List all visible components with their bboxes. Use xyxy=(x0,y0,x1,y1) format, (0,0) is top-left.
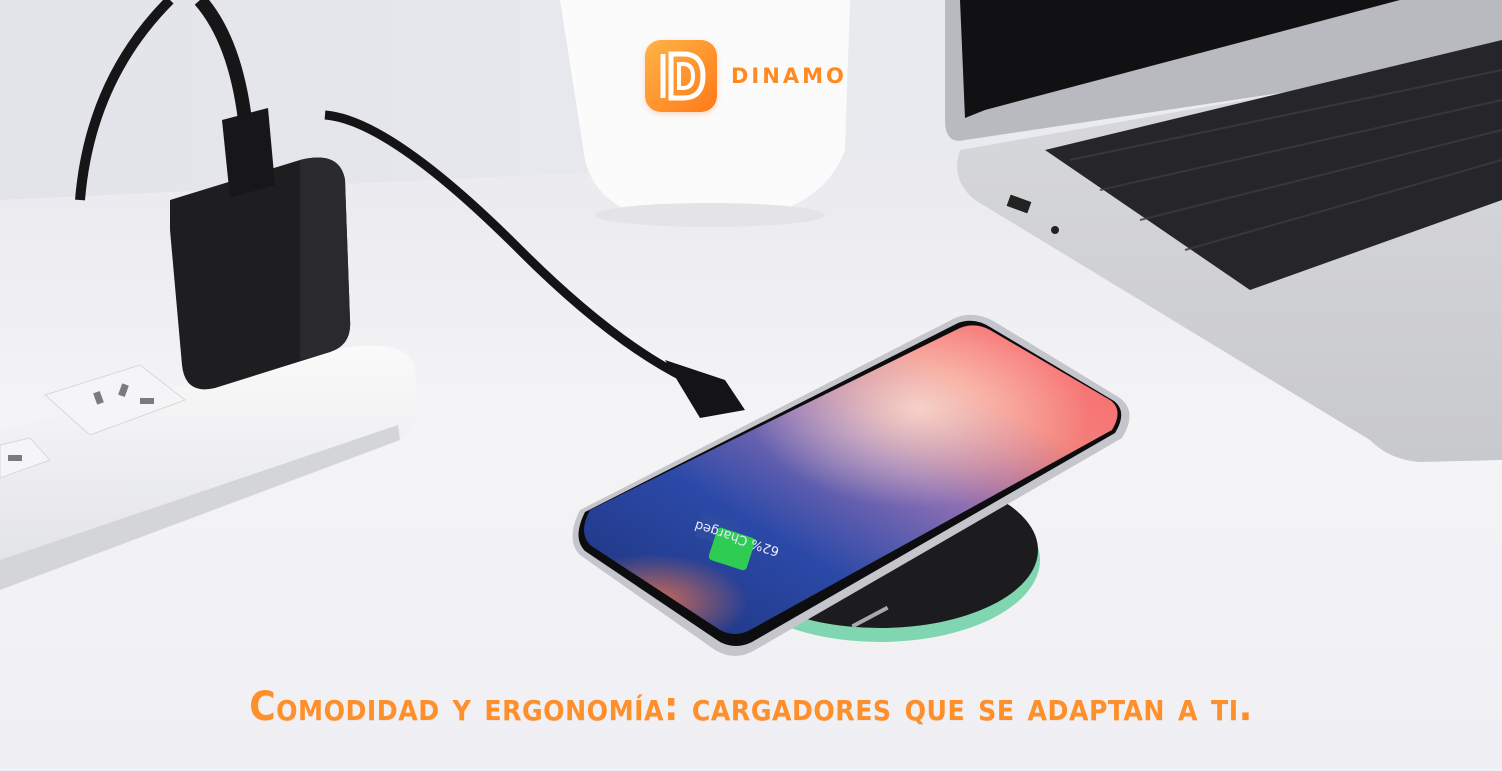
brand-logo: DINAMO xyxy=(645,40,847,112)
promo-caption: Comodidad y ergonomía: cargadores que se… xyxy=(249,684,1253,730)
brand-name: DINAMO xyxy=(731,64,847,88)
white-vase xyxy=(560,0,850,225)
product-photo-scene: 62% Charged xyxy=(0,0,1502,771)
dinamo-logo-icon xyxy=(645,40,717,112)
